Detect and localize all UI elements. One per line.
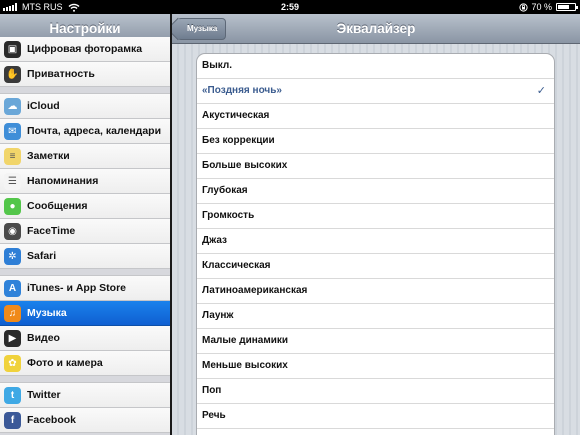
group-separator: [0, 269, 170, 276]
safari-icon: ✲: [4, 248, 21, 265]
sidebar-item[interactable]: ✲ Safari: [0, 244, 170, 269]
settings-sidebar: Настройки ▣ Цифровая фоторамка ✋ Приватност…: [0, 14, 170, 435]
equalizer-option[interactable]: Без коррекции: [197, 129, 554, 154]
sidebar-item[interactable]: ♫ Музыка: [0, 301, 170, 326]
equalizer-option[interactable]: Меньше высоких: [197, 354, 554, 379]
sidebar-item[interactable]: t Twitter: [0, 383, 170, 408]
equalizer-option[interactable]: Глубокая: [197, 179, 554, 204]
equalizer-option[interactable]: Больше высоких: [197, 154, 554, 179]
sidebar-item-label: Видео: [27, 332, 60, 344]
equalizer-option-label: Малые динамики: [202, 335, 289, 346]
back-button-label: Музыка: [187, 24, 218, 33]
equalizer-option-label: Латиноамериканская: [202, 285, 308, 296]
messages-icon: ●: [4, 198, 21, 215]
equalizer-panel: Музыка Эквалайзер Выкл. «Поздняя ночь» ✓ Ак…: [172, 14, 580, 435]
sidebar-item-label: Фото и камера: [27, 357, 103, 369]
equalizer-option[interactable]: Малые динамики: [197, 329, 554, 354]
equalizer-option-label: Глубокая: [202, 185, 248, 196]
sidebar-item-label: Facebook: [27, 414, 77, 426]
status-right: 70 %: [519, 0, 578, 14]
sidebar-item[interactable]: ▣ Цифровая фоторамка: [0, 37, 170, 62]
photo-frame-icon: ▣: [4, 41, 21, 58]
sidebar-item-label: Цифровая фоторамка: [27, 43, 143, 55]
sidebar-item[interactable]: ✋ Приватность: [0, 62, 170, 87]
clock: 2:59: [280, 2, 299, 12]
back-button[interactable]: Музыка: [177, 18, 227, 40]
equalizer-option[interactable]: Латиноамериканская: [197, 279, 554, 304]
equalizer-option-label: «Поздняя ночь»: [202, 85, 282, 96]
sidebar-item[interactable]: ☁ iCloud: [0, 94, 170, 119]
rotation-lock-icon: [519, 2, 529, 12]
equalizer-option-label: Поп: [202, 385, 222, 396]
detail-nav-bar: Музыка Эквалайзер: [172, 14, 580, 44]
mail-icon: ✉: [4, 123, 21, 140]
sidebar-item-label: Safari: [27, 250, 57, 262]
sidebar-item-label: FaceTime: [27, 225, 76, 237]
equalizer-option[interactable]: [197, 429, 554, 435]
video-icon: ▶: [4, 330, 21, 347]
equalizer-list: Выкл. «Поздняя ночь» ✓ Акустическая Без корр…: [196, 53, 555, 435]
detail-title: Эквалайзер: [336, 21, 416, 36]
battery-icon: [556, 3, 578, 11]
equalizer-option[interactable]: Акустическая: [197, 104, 554, 129]
battery-fill: [558, 5, 570, 9]
equalizer-option[interactable]: Громкость: [197, 204, 554, 229]
group-separator: [0, 376, 170, 383]
facebook-icon: f: [4, 412, 21, 429]
sidebar-item[interactable]: ▶ Видео: [0, 326, 170, 351]
equalizer-option-label: Речь: [202, 410, 226, 421]
notes-icon: ≡: [4, 148, 21, 165]
equalizer-option-label: Джаз: [202, 235, 227, 246]
equalizer-option[interactable]: «Поздняя ночь» ✓: [197, 79, 554, 104]
reminders-icon: ☰: [4, 173, 21, 190]
group-separator: [0, 87, 170, 94]
sidebar-item[interactable]: ☰ Напоминания: [0, 169, 170, 194]
equalizer-option[interactable]: Выкл.: [197, 54, 554, 79]
equalizer-option-label: Громкость: [202, 210, 255, 221]
sidebar-item-label: iTunes- и App Store: [27, 282, 127, 294]
status-bar: MTS RUS 2:59 70 %: [0, 0, 580, 14]
sidebar-item-label: Музыка: [27, 307, 67, 319]
app-store-icon: A: [4, 280, 21, 297]
sidebar-item[interactable]: ✿ Фото и камера: [0, 351, 170, 376]
cloud-icon: ☁: [4, 98, 21, 115]
sidebar-item-label: Twitter: [27, 389, 61, 401]
settings-list: ▣ Цифровая фоторамка ✋ Приватность ☁ iCloud ✉ П…: [0, 37, 170, 433]
sidebar-item-label: Сообщения: [27, 200, 88, 212]
sidebar-item-label: Почта, адреса, календари: [27, 125, 162, 137]
equalizer-option[interactable]: Речь: [197, 404, 554, 429]
sidebar-item[interactable]: f Facebook: [0, 408, 170, 433]
equalizer-option-label: Акустическая: [202, 110, 270, 121]
sidebar-item-label: Заметки: [27, 150, 70, 162]
sidebar-item[interactable]: AiTunes- и App Store: [0, 276, 170, 301]
equalizer-option-label: Больше высоких: [202, 160, 288, 171]
music-icon: ♫: [4, 305, 21, 322]
sidebar-item[interactable]: ● Сообщения: [0, 194, 170, 219]
equalizer-option-label: Лаунж: [202, 310, 234, 321]
sidebar-item[interactable]: ◉ FaceTime: [0, 219, 170, 244]
facetime-icon: ◉: [4, 223, 21, 240]
equalizer-option-label: Классическая: [202, 260, 271, 271]
checkmark-icon: ✓: [536, 85, 546, 97]
equalizer-option-label: Меньше высоких: [202, 360, 288, 371]
twitter-icon: t: [4, 387, 21, 404]
equalizer-option-label: Выкл.: [202, 60, 233, 71]
sidebar-item[interactable]: ✉ Почта, адреса, календари: [0, 119, 170, 144]
equalizer-option[interactable]: Лаунж: [197, 304, 554, 329]
sidebar-item-label: Напоминания: [27, 175, 99, 187]
equalizer-option[interactable]: Джаз: [197, 229, 554, 254]
equalizer-option[interactable]: Классическая: [197, 254, 554, 279]
sidebar-title: Настройки: [49, 21, 121, 36]
equalizer-option-label: Без коррекции: [202, 135, 275, 146]
sidebar-item-label: Приватность: [27, 68, 95, 80]
battery-label: 70 %: [531, 2, 552, 12]
equalizer-option[interactable]: Поп: [197, 379, 554, 404]
sidebar-item-label: iCloud: [27, 100, 60, 112]
sidebar-item[interactable]: ≡ Заметки: [0, 144, 170, 169]
photos-icon: ✿: [4, 355, 21, 372]
hand-icon: ✋: [4, 66, 21, 83]
